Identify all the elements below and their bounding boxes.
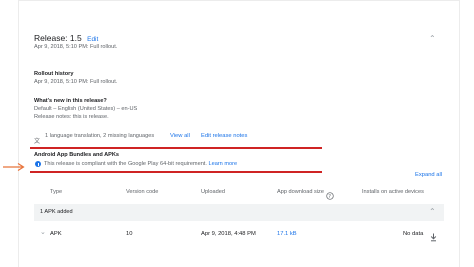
- col-header-installs: Installs on active devices: [362, 189, 424, 195]
- annotation-line-bottom: [30, 171, 322, 173]
- download-icon[interactable]: [430, 229, 437, 242]
- info-icon: [35, 161, 41, 167]
- translations-summary: 1 language translation, 2 missing langua…: [45, 133, 155, 139]
- rollout-history-entry: Apr 9, 2018, 5:10 PM: Full rollout.: [34, 79, 118, 85]
- col-header-version-code: Version code: [126, 189, 159, 195]
- apk-download-size-link[interactable]: 17.1 kB: [277, 231, 297, 237]
- rollout-history-heading: Rollout history: [34, 71, 74, 77]
- col-header-type: Type: [50, 189, 63, 195]
- learn-more-link[interactable]: Learn more: [208, 161, 237, 167]
- expand-all-link[interactable]: Expand all: [415, 172, 442, 178]
- apk-version-code: 10: [126, 231, 133, 237]
- bundles-heading: Android App Bundles and APKs: [34, 152, 120, 158]
- group-chevron-up-icon[interactable]: ⌃: [429, 208, 436, 216]
- release-rollout-meta: Apr 9, 2018, 5:10 PM: Full rollout.: [34, 44, 118, 50]
- whats-new-heading: What's new in this release?: [34, 98, 107, 104]
- annotation-line-top: [30, 147, 322, 149]
- col-header-uploaded: Uploaded: [201, 189, 225, 195]
- svg-text:?: ?: [328, 194, 331, 200]
- release-header: Release: 1.5 Edit: [34, 33, 98, 43]
- apk-group-label: 1 APK added: [40, 209, 73, 215]
- edit-release-link[interactable]: Edit: [87, 36, 98, 43]
- row-chevron-down-icon[interactable]: ⌄: [40, 229, 46, 237]
- release-title: Release: 1.5: [34, 33, 82, 43]
- collapse-chevron-up-icon[interactable]: ⌃: [429, 35, 436, 43]
- annotation-arrow-icon: [2, 159, 26, 172]
- apk-group-row[interactable]: [34, 204, 444, 221]
- default-language-line: Default – English (United States) – en-U…: [34, 106, 138, 112]
- apk-uploaded: Apr 9, 2018, 4:48 PM: [201, 231, 256, 237]
- compliance-text: This release is compliant with the Googl…: [44, 161, 207, 167]
- help-icon[interactable]: ?: [326, 187, 334, 200]
- edit-release-notes-link[interactable]: Edit release notes: [201, 133, 247, 139]
- col-header-download-size: App download size: [277, 189, 324, 195]
- apk-installs: No data: [403, 231, 424, 237]
- release-notes-line: Release notes: this is release.: [34, 114, 109, 120]
- translate-icon: 文: [34, 132, 43, 145]
- svg-text:文: 文: [34, 137, 40, 145]
- apk-type: APK: [50, 231, 62, 237]
- view-all-link[interactable]: View all: [170, 133, 190, 139]
- compliance-line: This release is compliant with the Googl…: [44, 161, 237, 167]
